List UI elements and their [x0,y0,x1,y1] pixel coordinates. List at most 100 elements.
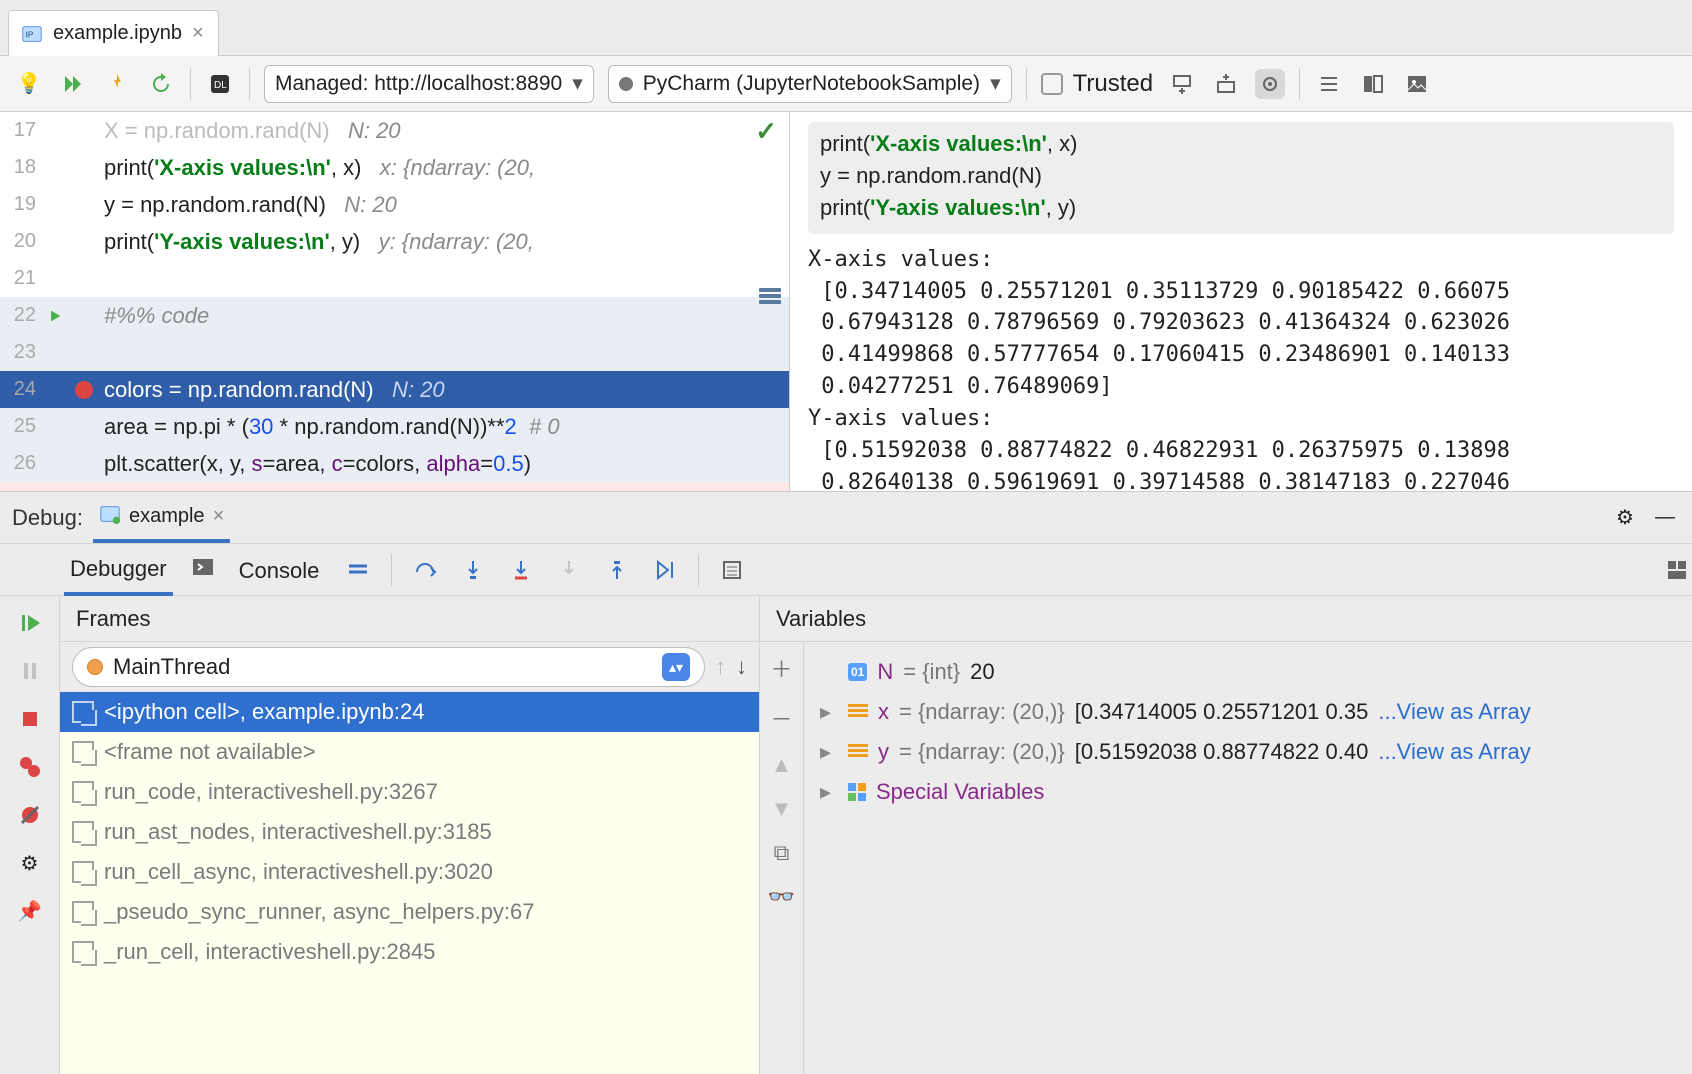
expand-icon[interactable]: ▸ [820,699,838,725]
code-line[interactable]: 22#%% code [0,297,789,334]
breakpoint-icon[interactable] [75,381,93,399]
code-line[interactable]: 26 plt.scatter(x, y, s=area, c=colors, al… [0,445,789,482]
code-line[interactable]: 20print('Y-axis values:\n', y) y: {ndarr… [0,223,789,260]
code-line[interactable]: 21 [0,260,789,297]
tab-console[interactable]: Console [233,546,326,594]
line-number: 26 [0,452,40,475]
frames-list[interactable]: <ipython cell>, example.ipynb:24 <frame n… [60,692,759,1074]
frame-label: <ipython cell>, example.ipynb:24 [104,699,424,725]
file-tab-example[interactable]: IP example.ipynb × [8,10,219,56]
code-editor[interactable]: ✓ 17X = np.random.rand(N) N: 2018print('… [0,112,790,491]
frame-row[interactable]: _run_cell, interactiveshell.py:2845 [60,932,759,972]
expand-icon[interactable]: ▸ [820,739,838,765]
code-line[interactable]: 25area = np.pi * (30 * np.random.rand(N)… [0,408,789,445]
resume-icon[interactable] [17,610,43,636]
thread-select[interactable]: MainThread ▴▾ [72,647,705,687]
svg-text:DL: DL [214,80,227,91]
add-watch-icon[interactable]: ＋ [770,652,792,684]
run-to-cursor-icon[interactable] [650,555,680,585]
force-step-into-icon[interactable] [554,555,584,585]
svg-text:IP: IP [26,30,34,39]
frame-label: run_cell_async, interactiveshell.py:3020 [104,859,493,885]
kernel-combo[interactable]: PyCharm (JupyterNotebookSample) ▾ [608,65,1012,103]
add-cell-below-icon[interactable] [1167,69,1197,99]
tab-debugger[interactable]: Debugger [64,544,173,596]
line-number: 18 [0,156,40,179]
variables-list[interactable]: 01 N = {int} 20▸ x = {ndarray: (20,)} [0… [760,642,1692,822]
frame-row[interactable]: <ipython cell>, example.ipynb:24 [60,692,759,732]
mute-breakpoints-icon[interactable] [17,802,43,828]
cell-drag-handle[interactable] [759,288,781,312]
breakpoint-gutter[interactable] [70,381,98,399]
frame-row[interactable]: _pseudo_sync_runner, async_helpers.py:67 [60,892,759,932]
gear-icon[interactable]: ⚙ [1610,503,1640,533]
frame-row[interactable]: run_ast_nodes, interactiveshell.py:3185 [60,812,759,852]
restart-icon[interactable] [146,69,176,99]
threads-icon[interactable] [343,555,373,585]
frame-label: _pseudo_sync_runner, async_helpers.py:67 [104,899,535,925]
add-cell-above-icon[interactable] [1211,69,1241,99]
close-icon[interactable]: × [213,505,225,528]
frame-row[interactable]: run_code, interactiveshell.py:3267 [60,772,759,812]
expand-icon[interactable]: ▸ [820,779,838,805]
breakpoints-icon[interactable] [17,754,43,780]
view-as-array-link[interactable]: ...View as Array [1378,739,1530,765]
server-combo[interactable]: Managed: http://localhost:8890 ▾ [264,65,594,103]
checkbox-icon[interactable] [1041,73,1063,95]
down-arrow-icon[interactable]: ▼ [771,796,793,822]
code-line[interactable]: 27plt.show() [0,482,789,491]
frame-icon [72,741,94,763]
minimize-icon[interactable]: — [1650,503,1680,533]
variable-row[interactable]: ▸ y = {ndarray: (20,)} [0.51592038 0.887… [820,732,1678,772]
trusted-toggle[interactable]: Trusted [1041,70,1153,98]
layout-icon[interactable] [1662,555,1692,585]
view-list-icon[interactable] [1314,69,1344,99]
code-text: area = np.pi * (30 * np.random.rand(N))*… [98,414,789,440]
frame-label: _run_cell, interactiveshell.py:2845 [104,939,435,965]
step-into-icon[interactable] [458,555,488,585]
frames-header: Frames [60,596,759,642]
frame-row[interactable]: <frame not available> [60,732,759,772]
variable-row[interactable]: 01 N = {int} 20 [820,652,1678,692]
step-over-icon[interactable] [410,555,440,585]
view-as-array-link[interactable]: ...View as Array [1378,699,1530,725]
view-image-icon[interactable] [1402,69,1432,99]
frames-panel: Frames MainThread ▴▾ ↑ ↓ <ipython cell>,… [60,596,760,1074]
preview-icon[interactable] [1255,69,1285,99]
var-value: [0.34714005 0.25571201 0.35 [1075,699,1369,725]
up-arrow-icon[interactable]: ▲ [771,752,793,778]
code-line[interactable]: 23 [0,334,789,371]
stepper-icon[interactable]: ▴▾ [662,653,690,681]
bulb-icon[interactable]: 💡 [14,69,44,99]
run-all-icon[interactable] [58,69,88,99]
glasses-icon[interactable]: 👓 [768,884,795,910]
frame-row[interactable]: run_cell_async, interactiveshell.py:3020 [60,852,759,892]
copy-icon[interactable]: ⧉ [774,840,790,866]
data-science-icon[interactable]: DL [205,69,235,99]
step-into-my-code-icon[interactable] [506,555,536,585]
step-out-icon[interactable] [602,555,632,585]
code-line[interactable]: 19y = np.random.rand(N) N: 20 [0,186,789,223]
stop-icon[interactable] [17,706,43,732]
close-icon[interactable]: × [192,22,204,45]
variable-row[interactable]: ▸ x = {ndarray: (20,)} [0.34714005 0.255… [820,692,1678,732]
interrupt-icon[interactable] [102,69,132,99]
var-name: x [878,699,889,725]
settings-icon[interactable]: ⚙ [17,850,43,876]
code-text: plt.show() [98,488,789,492]
code-line[interactable]: 18print('X-axis values:\n', x) x: {ndarr… [0,149,789,186]
pause-icon[interactable] [17,658,43,684]
code-line[interactable]: 17X = np.random.rand(N) N: 20 [0,112,789,149]
view-split-icon[interactable] [1358,69,1388,99]
pin-icon[interactable]: 📌 [17,898,43,924]
remove-watch-icon[interactable]: － [770,702,792,734]
debug-tab-example[interactable]: example × [93,493,230,543]
variable-row[interactable]: ▸ Special Variables [820,772,1678,812]
code-line[interactable]: 24colors = np.random.rand(N) N: 20 [0,371,789,408]
run-cell-gutter[interactable] [40,308,70,324]
prev-frame-icon[interactable]: ↑ [715,654,726,680]
evaluate-icon[interactable] [717,555,747,585]
debug-panel-header: Debug: example × ⚙ — [0,492,1692,544]
code-text: plt.scatter(x, y, s=area, c=colors, alph… [98,451,789,477]
next-frame-icon[interactable]: ↓ [736,654,747,680]
